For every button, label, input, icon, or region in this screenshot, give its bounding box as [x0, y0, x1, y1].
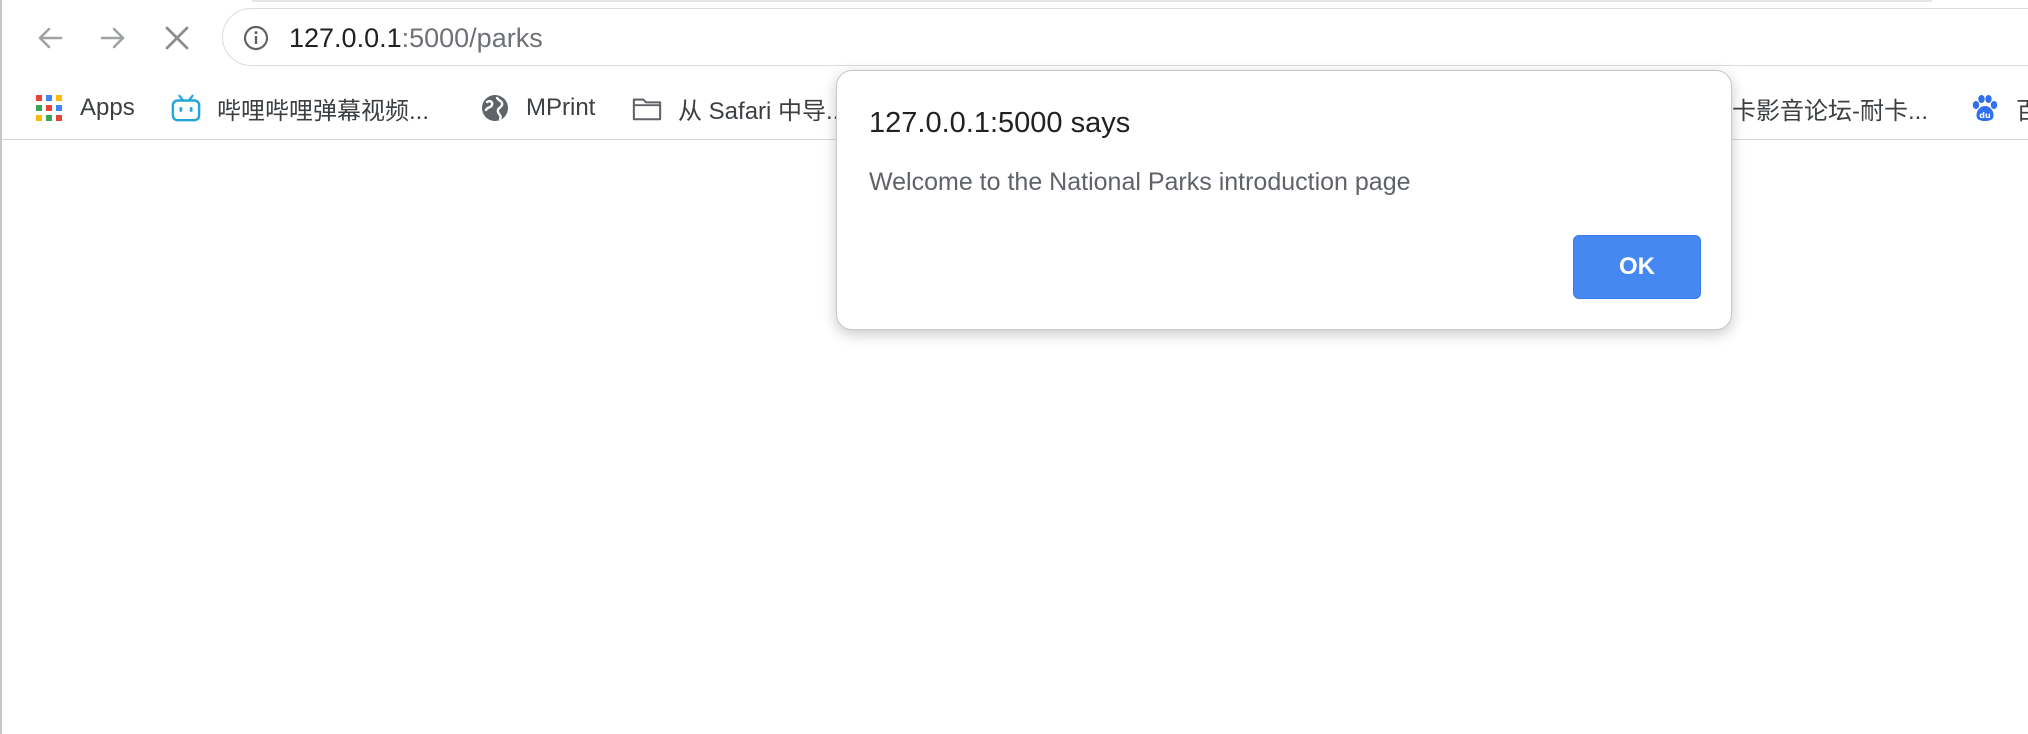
bookmark-label: 卡影音论坛-耐卡...	[1732, 97, 1928, 125]
info-icon[interactable]	[243, 25, 269, 51]
arrow-right-icon	[100, 27, 125, 49]
folder-icon	[632, 93, 662, 123]
url-text[interactable]: 127.0.0.1:5000/parks	[289, 22, 543, 54]
back-button[interactable]	[28, 16, 72, 60]
baidu-paw-icon: du	[1970, 93, 2000, 123]
address-bar[interactable]: 127.0.0.1:5000/parks	[222, 8, 2028, 66]
bookmark-label: Apps	[80, 94, 135, 121]
browser-window: 127.0.0.1:5000/parks Apps 哔哩哔哩弹幕视频... MP…	[0, 0, 2028, 734]
globe-icon	[480, 93, 510, 123]
bookmark-baidu[interactable]: du 百	[1970, 88, 2028, 128]
dialog-message: Welcome to the National Parks introducti…	[869, 168, 1411, 196]
bookmark-label: 百	[2016, 91, 2028, 126]
alert-dialog: 127.0.0.1:5000 says Welcome to the Natio…	[836, 70, 1732, 330]
url-path: :5000/parks	[401, 23, 543, 53]
bookmark-safari-folder[interactable]: 从 Safari 中导...	[632, 88, 846, 128]
tab-strip-edge	[252, 0, 1932, 2]
arrow-left-icon	[38, 27, 63, 49]
dialog-title: 127.0.0.1:5000 says	[869, 107, 1131, 139]
browser-toolbar: 127.0.0.1:5000/parks	[2, 0, 2028, 78]
url-host: 127.0.0.1	[289, 23, 402, 53]
stop-button[interactable]	[155, 16, 199, 60]
bookmark-label: 哔哩哔哩弹幕视频...	[217, 97, 430, 125]
bilibili-icon	[171, 93, 201, 123]
bookmark-apps[interactable]: Apps	[34, 88, 135, 128]
forward-button[interactable]	[91, 16, 135, 60]
svg-text:du: du	[1979, 111, 1991, 120]
bookmark-bilibili[interactable]: 哔哩哔哩弹幕视频...	[171, 88, 429, 128]
bookmark-label: MPrint	[526, 94, 596, 121]
bookmark-forum[interactable]: 卡影音论坛-耐卡...	[1732, 88, 1928, 128]
ok-button[interactable]: OK	[1573, 235, 1701, 299]
apps-grid-icon	[34, 93, 64, 123]
bookmark-label: 从 Safari 中导...	[678, 97, 847, 125]
bookmark-mprint[interactable]: MPrint	[480, 88, 595, 128]
close-icon	[165, 26, 189, 50]
